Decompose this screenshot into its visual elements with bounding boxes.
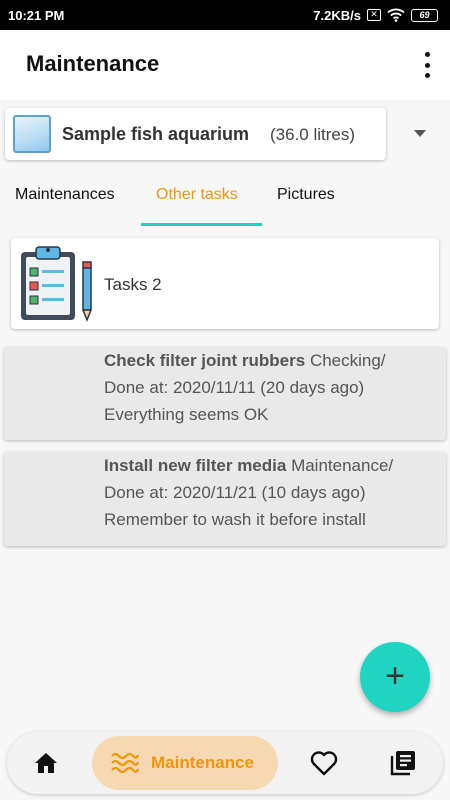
tab-other-tasks[interactable]: Other tasks	[156, 186, 238, 204]
task-item[interactable]: Check filter joint rubbers Checking/ Don…	[4, 347, 446, 440]
task-done-date: Done at: 2020/11/11 (20 days ago)	[104, 378, 365, 397]
status-time: 10:21 PM	[8, 7, 65, 23]
notification-x-icon: ✕	[367, 9, 381, 21]
page-title: Maintenance	[26, 51, 160, 76]
task-title-line: Install new filter media Maintenance/	[104, 456, 393, 476]
network-speed: 7.2KB/s	[313, 7, 361, 23]
task-note: Remember to wash it before install	[104, 510, 366, 529]
aquarium-name: Sample fish aquarium	[62, 124, 250, 144]
more-options-icon[interactable]	[422, 52, 432, 78]
app-bar: Maintenance	[0, 30, 450, 100]
aquarium-selector[interactable]: Sample fish aquarium (36.0 litres)	[5, 108, 386, 160]
task-name: Install new filter media	[104, 456, 287, 475]
task-title-line: Check filter joint rubbers Checking/	[104, 351, 386, 371]
task-note: Everything seems OK	[104, 405, 269, 424]
task-name: Check filter joint rubbers	[104, 351, 306, 370]
status-icons: 7.2KB/s ✕ 69	[313, 8, 438, 23]
wifi-icon	[387, 8, 405, 22]
task-category: Checking/	[309, 351, 386, 370]
dropdown-arrow-icon[interactable]	[414, 130, 426, 137]
plus-icon: +	[385, 656, 405, 695]
tab-pictures[interactable]: Pictures	[277, 186, 335, 204]
aquarium-tank-icon	[13, 115, 51, 153]
tab-bar: Maintenances Other tasks Pictures	[0, 172, 450, 226]
nav-item-maintenance[interactable]: Maintenance	[92, 736, 278, 790]
tasks-summary-card[interactable]: Tasks 2	[11, 238, 439, 329]
bottom-navigation: Maintenance	[7, 732, 443, 794]
task-item[interactable]: Install new filter media Maintenance/ Do…	[4, 452, 446, 546]
clipboard-checklist-icon	[21, 246, 93, 323]
nav-item-maintenance-label: Maintenance	[151, 753, 254, 772]
tab-maintenances[interactable]: Maintenances	[15, 186, 115, 204]
home-icon[interactable]	[34, 751, 58, 775]
status-bar: 10:21 PM 7.2KB/s ✕ 69	[0, 0, 450, 30]
library-books-icon[interactable]	[389, 749, 417, 777]
battery-icon: 69	[411, 8, 438, 22]
add-task-button[interactable]: +	[360, 642, 430, 712]
heart-icon[interactable]	[310, 750, 338, 776]
task-category: Maintenance/	[291, 456, 394, 475]
active-tab-indicator	[141, 223, 262, 226]
task-done-date: Done at: 2020/11/21 (10 days ago)	[104, 483, 366, 502]
aquarium-volume: (36.0 litres)	[270, 125, 356, 144]
tasks-count-label: Tasks 2	[104, 275, 162, 294]
water-waves-icon	[111, 752, 139, 774]
